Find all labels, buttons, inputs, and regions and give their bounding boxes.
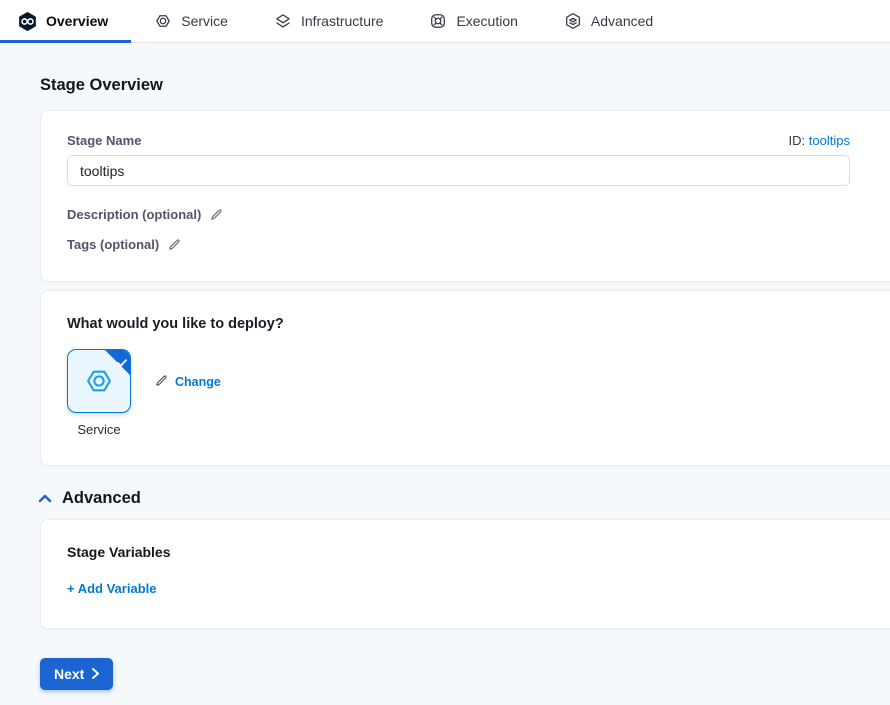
advanced-section-title: Advanced xyxy=(62,489,141,508)
tab-infrastructure-label: Infrastructure xyxy=(301,13,383,29)
stage-overview-panel: Stage Overview Stage Name ID: tooltips D… xyxy=(0,43,890,690)
description-label: Description (optional) xyxy=(67,207,201,222)
tab-service-label: Service xyxy=(181,13,228,29)
change-deploy-type-button[interactable]: Change xyxy=(155,374,221,390)
stage-id: ID: tooltips xyxy=(789,133,850,148)
tab-infrastructure[interactable]: Infrastructure xyxy=(251,0,406,42)
stage-name-label: Stage Name xyxy=(67,133,141,148)
tab-execution[interactable]: Execution xyxy=(406,0,540,42)
next-button[interactable]: Next xyxy=(40,658,113,690)
change-label: Change xyxy=(175,375,221,389)
next-button-label: Next xyxy=(54,666,84,682)
tab-execution-label: Execution xyxy=(456,13,517,29)
edit-tags-icon[interactable] xyxy=(168,238,181,251)
deploy-tile-label: Service xyxy=(77,422,120,437)
stage-tabbar: Overview Service Infrastructure xyxy=(0,0,890,43)
tab-advanced[interactable]: Advanced xyxy=(541,0,676,42)
chevron-right-icon xyxy=(92,666,99,682)
tab-advanced-label: Advanced xyxy=(591,13,653,29)
advanced-section-toggle[interactable]: Advanced xyxy=(38,489,890,508)
stage-name-input[interactable] xyxy=(67,155,850,186)
tags-label: Tags (optional) xyxy=(67,237,159,252)
execution-icon xyxy=(429,12,447,30)
pipeline-overview-icon xyxy=(18,12,37,31)
edit-icon xyxy=(155,374,168,390)
advanced-icon xyxy=(564,12,582,30)
deploy-question: What would you like to deploy? xyxy=(67,316,890,332)
tab-service[interactable]: Service xyxy=(131,0,251,42)
stage-id-label: ID: xyxy=(789,133,806,148)
page-title: Stage Overview xyxy=(40,76,890,95)
stage-id-link[interactable]: tooltips xyxy=(809,133,850,148)
stage-overview-card: Stage Name ID: tooltips Description (opt… xyxy=(40,110,890,282)
tab-overview[interactable]: Overview xyxy=(18,0,131,42)
tab-overview-label: Overview xyxy=(46,13,108,29)
infrastructure-icon xyxy=(274,12,292,30)
edit-description-icon[interactable] xyxy=(210,208,223,221)
deploy-type-card: What would you like to deploy? Service xyxy=(40,290,890,466)
stage-variables-title: Stage Variables xyxy=(67,544,890,560)
add-variable-button[interactable]: + Add Variable xyxy=(67,581,156,596)
chevron-up-icon xyxy=(38,490,52,508)
stage-variables-card: Stage Variables + Add Variable xyxy=(40,519,890,629)
check-icon xyxy=(117,354,127,372)
deploy-type-tile-service[interactable] xyxy=(67,349,131,413)
service-icon xyxy=(154,12,172,30)
active-tab-underline xyxy=(0,40,131,43)
